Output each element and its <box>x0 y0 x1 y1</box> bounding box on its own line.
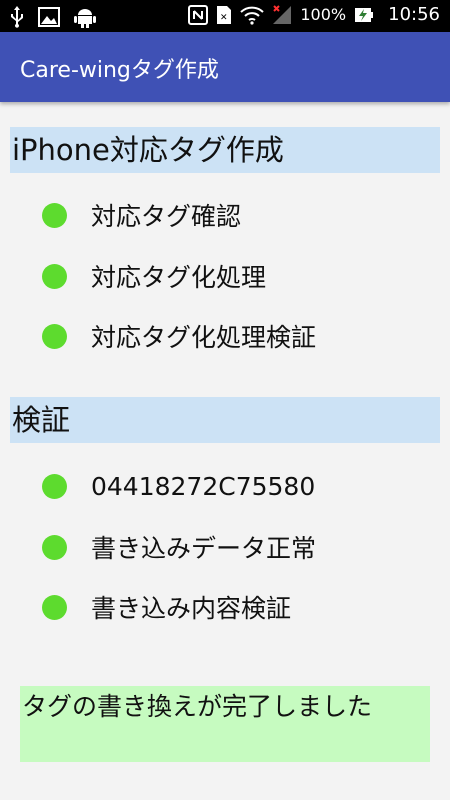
status-bar: ✕ 100% 10:56 <box>0 0 450 32</box>
list-item: 書き込みデータ正常 <box>42 527 316 567</box>
wifi-icon <box>240 6 265 25</box>
list-item: 対応タグ化処理 <box>42 256 266 296</box>
image-icon <box>38 7 60 27</box>
item-label: 対応タグ化処理 <box>91 263 267 292</box>
completion-message: タグの書き換えが完了しました <box>20 686 430 762</box>
signal-icon <box>273 4 292 24</box>
status-dot <box>42 594 67 620</box>
section-header-iphone-tag: iPhone対応タグ作成 <box>10 127 440 173</box>
item-label: 対応タグ化処理検証 <box>91 323 317 352</box>
status-dot <box>42 534 67 560</box>
status-dot <box>42 263 67 289</box>
nfc-icon <box>188 4 209 25</box>
status-dot <box>42 323 67 349</box>
item-label: 書き込みデータ正常 <box>91 534 317 563</box>
battery-percent: 100% <box>300 5 347 24</box>
app-title: Care-wingタグ作成 <box>20 58 219 83</box>
sim-icon: ✕ <box>217 5 232 24</box>
status-dot <box>42 202 67 228</box>
svg-text:✕: ✕ <box>220 13 228 23</box>
list-item: 04418272C75580 <box>42 466 315 506</box>
list-item: 対応タグ確認 <box>42 195 241 235</box>
app-bar: Care-wingタグ作成 <box>0 32 450 102</box>
android-icon <box>74 9 96 28</box>
clock: 10:56 <box>388 4 440 25</box>
tag-id-label: 04418272C75580 <box>91 471 316 501</box>
battery-charging-icon <box>355 7 374 22</box>
status-dot <box>42 473 67 499</box>
item-label: 書き込み内容検証 <box>91 594 292 623</box>
list-item: 書き込み内容検証 <box>42 587 291 627</box>
list-item: 対応タグ化処理検証 <box>42 316 316 356</box>
usb-icon <box>11 6 23 28</box>
item-label: 対応タグ確認 <box>91 202 242 231</box>
section-header-verify: 検証 <box>10 397 440 443</box>
